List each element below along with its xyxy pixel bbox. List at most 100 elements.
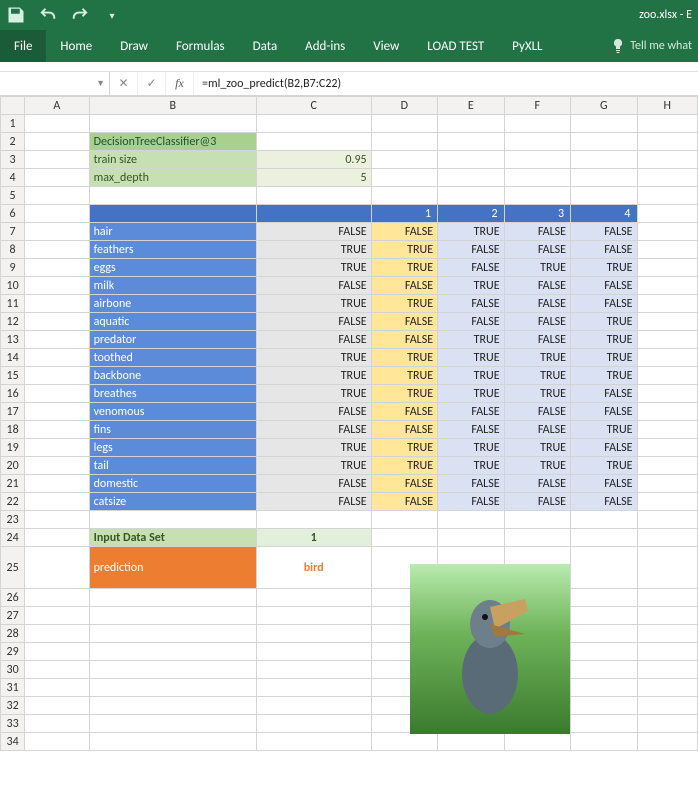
cell[interactable] [637, 151, 698, 169]
feature-val[interactable]: TRUE [256, 457, 371, 475]
feature-val[interactable]: TRUE [371, 241, 437, 259]
cell[interactable] [504, 151, 570, 169]
cell[interactable] [637, 223, 698, 241]
cell[interactable] [371, 133, 437, 151]
cell[interactable] [371, 529, 437, 547]
cell[interactable] [504, 169, 570, 187]
rowhdr-10[interactable]: 10 [1, 277, 25, 295]
rowhdr-34[interactable]: 34 [1, 733, 25, 751]
cell[interactable] [25, 115, 89, 133]
rowhdr-16[interactable]: 16 [1, 385, 25, 403]
feature-val[interactable]: FALSE [371, 403, 437, 421]
feature-val[interactable]: FALSE [256, 421, 371, 439]
tab-formulas[interactable]: Formulas [162, 30, 239, 62]
cell[interactable] [25, 679, 89, 697]
cell[interactable] [25, 331, 89, 349]
input-set-value[interactable]: 1 [256, 529, 371, 547]
feature-val[interactable]: FALSE [438, 259, 504, 277]
cell[interactable] [25, 277, 89, 295]
feature-val[interactable]: FALSE [256, 475, 371, 493]
cell[interactable] [571, 133, 637, 151]
cell[interactable] [25, 421, 89, 439]
feature-val[interactable]: FALSE [438, 313, 504, 331]
feature-name[interactable]: toothed [89, 349, 256, 367]
colhdr-F[interactable]: F [504, 97, 570, 115]
feature-val[interactable]: TRUE [438, 457, 504, 475]
feature-val[interactable]: FALSE [256, 331, 371, 349]
cell[interactable] [25, 511, 89, 529]
data-col-2[interactable]: 2 [438, 205, 504, 223]
cell[interactable] [571, 169, 637, 187]
cell[interactable] [25, 313, 89, 331]
feature-name[interactable]: feathers [89, 241, 256, 259]
cell[interactable] [637, 115, 698, 133]
feature-val[interactable]: FALSE [438, 493, 504, 511]
feature-val[interactable]: TRUE [371, 295, 437, 313]
cell[interactable] [256, 733, 371, 751]
rowhdr-30[interactable]: 30 [1, 661, 25, 679]
cell[interactable] [637, 385, 698, 403]
cell[interactable] [89, 679, 256, 697]
feature-val[interactable]: FALSE [438, 241, 504, 259]
feature-val[interactable]: FALSE [438, 421, 504, 439]
feature-val[interactable]: FALSE [256, 223, 371, 241]
feature-val[interactable]: FALSE [371, 331, 437, 349]
cell[interactable] [571, 715, 637, 733]
cell[interactable] [571, 187, 637, 205]
colhdr-E[interactable]: E [438, 97, 504, 115]
feature-val[interactable]: TRUE [504, 367, 570, 385]
rowhdr-24[interactable]: 24 [1, 529, 25, 547]
cell[interactable] [25, 643, 89, 661]
cell[interactable] [25, 403, 89, 421]
feature-val[interactable]: TRUE [256, 367, 371, 385]
colhdr-D[interactable]: D [371, 97, 437, 115]
tab-addins[interactable]: Add-ins [291, 30, 359, 62]
cell[interactable] [438, 733, 504, 751]
data-col-4[interactable]: 4 [571, 205, 637, 223]
cell[interactable] [89, 625, 256, 643]
cell[interactable] [256, 715, 371, 733]
cell[interactable] [637, 697, 698, 715]
feature-val[interactable]: TRUE [256, 295, 371, 313]
feature-name[interactable]: venomous [89, 403, 256, 421]
data-hdr-blank[interactable] [89, 205, 256, 223]
rowhdr-13[interactable]: 13 [1, 331, 25, 349]
cell[interactable] [637, 661, 698, 679]
tab-view[interactable]: View [359, 30, 413, 62]
cell[interactable] [637, 241, 698, 259]
cell[interactable] [89, 661, 256, 679]
cell[interactable] [637, 259, 698, 277]
cell[interactable] [25, 151, 89, 169]
cell[interactable] [571, 661, 637, 679]
feature-val[interactable]: FALSE [504, 241, 570, 259]
cell[interactable] [637, 133, 698, 151]
rowhdr-7[interactable]: 7 [1, 223, 25, 241]
cell[interactable] [571, 547, 637, 589]
cell[interactable] [256, 589, 371, 607]
feature-val[interactable]: TRUE [371, 349, 437, 367]
cell[interactable] [637, 475, 698, 493]
feature-val[interactable]: TRUE [256, 259, 371, 277]
rowhdr-27[interactable]: 27 [1, 607, 25, 625]
cell[interactable] [25, 697, 89, 715]
rowhdr-9[interactable]: 9 [1, 259, 25, 277]
feature-val[interactable]: FALSE [504, 403, 570, 421]
cell[interactable] [571, 679, 637, 697]
cell[interactable] [89, 187, 256, 205]
rowhdr-17[interactable]: 17 [1, 403, 25, 421]
feature-val[interactable]: TRUE [571, 421, 637, 439]
cell[interactable] [25, 625, 89, 643]
feature-name[interactable]: domestic [89, 475, 256, 493]
rowhdr-19[interactable]: 19 [1, 439, 25, 457]
cell[interactable] [25, 223, 89, 241]
bird-image[interactable] [410, 564, 570, 734]
feature-name[interactable]: breathes [89, 385, 256, 403]
cell[interactable] [637, 439, 698, 457]
cell[interactable] [637, 205, 698, 223]
cell[interactable] [25, 205, 89, 223]
cell[interactable] [571, 607, 637, 625]
rowhdr-18[interactable]: 18 [1, 421, 25, 439]
tab-loadtest[interactable]: LOAD TEST [413, 30, 498, 62]
cell[interactable] [571, 697, 637, 715]
feature-val[interactable]: FALSE [504, 421, 570, 439]
